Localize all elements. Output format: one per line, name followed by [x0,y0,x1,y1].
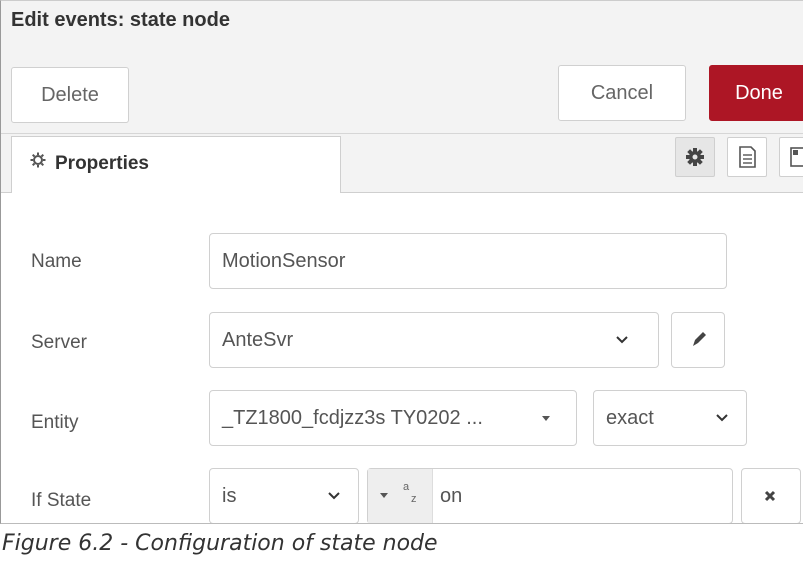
server-select[interactable]: AnteSvr [209,312,659,368]
done-button[interactable]: Done [709,65,803,121]
tab-appearance-button[interactable] [779,137,803,177]
string-type-icon: a z [400,469,424,523]
entity-input[interactable]: _TZ1800_fcdjzz3s TY0202 ... [209,390,577,446]
gear-icon [676,148,714,180]
server-select-value: AnteSvr [222,329,294,351]
appearance-icon [780,147,803,180]
dialog-title: Edit events: state node [11,9,230,31]
entity-match-select[interactable]: exact [593,390,747,446]
delete-button[interactable]: Delete [11,67,129,123]
entity-label: Entity [31,412,79,433]
if-state-label: If State [31,490,92,511]
entity-match-value: exact [606,407,654,429]
clear-state-button[interactable] [741,468,801,523]
chevron-down-icon [614,313,630,388]
close-icon [742,490,800,523]
if-state-value: on [440,485,463,507]
caret-down-icon [540,391,554,466]
tab-description-button[interactable] [727,137,767,177]
server-label: Server [31,332,87,353]
value-type-selector[interactable]: a z [368,469,433,523]
name-input[interactable]: MotionSensor [209,233,727,289]
if-state-operator-value: is [222,485,237,507]
description-icon [728,146,766,180]
svg-text:a: a [403,481,410,493]
tab-settings-button[interactable] [675,137,715,177]
svg-text:z: z [411,493,417,505]
chevron-down-icon [714,391,730,466]
entity-input-value: _TZ1800_fcdjzz3s TY0202 ... [222,407,483,429]
edit-server-button[interactable] [671,312,725,368]
edit-dialog: Edit events: state node Delete Cancel Do… [0,0,803,524]
name-input-value: MotionSensor [222,250,346,272]
gear-icon [30,152,46,174]
tab-properties-label: Properties [55,153,149,174]
cancel-button[interactable]: Cancel [558,65,686,121]
tab-properties[interactable]: Properties [11,136,341,193]
name-label: Name [31,251,82,272]
if-state-value-input[interactable]: a z on [367,468,733,523]
if-state-operator-select[interactable]: is [209,468,359,523]
pencil-icon [672,332,724,371]
caret-down-icon [378,469,392,523]
chevron-down-icon [326,469,342,523]
figure-caption: Figure 6.2 - Configuration of state node [2,531,438,556]
dialog-toolbar: Delete Cancel Done [1,53,803,134]
dialog-title-bar: Edit events: state node [1,1,803,53]
